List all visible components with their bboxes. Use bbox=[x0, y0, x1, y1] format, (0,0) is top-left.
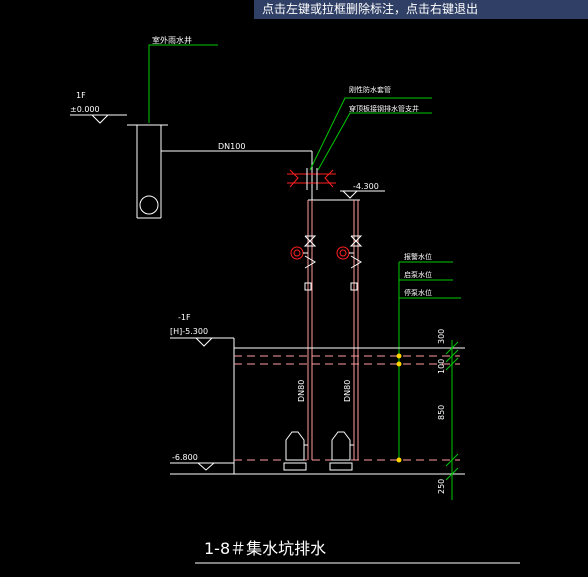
floorb1-level-marker bbox=[170, 337, 235, 348]
right-pump-valve-set[interactable] bbox=[336, 235, 363, 291]
cad-drawing-canvas[interactable]: 室外雨水井 1F ±0.000 DN100 刚性防水套管 穿顶板接钢排水管支井 … bbox=[0, 0, 588, 577]
floorb1-elevation: [H]-5.300 bbox=[170, 327, 208, 336]
outdoor-well-leader bbox=[148, 44, 218, 123]
drawing-title: 1-8＃集水坑排水 bbox=[204, 539, 326, 558]
dim-300: 300 bbox=[437, 329, 446, 344]
outdoor-well-label: 室外雨水井 bbox=[152, 35, 192, 45]
right-riser-label: DN80 bbox=[343, 380, 352, 402]
dim-250: 250 bbox=[437, 479, 446, 494]
floor1-elevation: ±0.000 bbox=[70, 105, 100, 114]
stop-pump-level-label: 停泵水位 bbox=[404, 288, 432, 297]
left-sump-pump[interactable] bbox=[283, 431, 308, 471]
valve-note-1: 刚性防水套管 bbox=[349, 85, 391, 94]
elevation-marker-4300 bbox=[340, 190, 385, 199]
bottom-elevation-label: -6.800 bbox=[172, 453, 198, 462]
left-riser-label: DN80 bbox=[297, 380, 306, 402]
floor1-level-marker bbox=[70, 114, 127, 124]
elevation-4300-label: -4.300 bbox=[353, 182, 379, 191]
start-pump-level-label: 启泵水位 bbox=[404, 270, 432, 279]
bottom-elevation-marker bbox=[170, 462, 234, 471]
header-pipe[interactable] bbox=[307, 199, 360, 460]
floorb1-label: -1F bbox=[178, 313, 191, 322]
dim-850: 850 bbox=[437, 405, 446, 420]
floor1-label: 1F bbox=[76, 91, 86, 100]
left-pump-valve-set[interactable] bbox=[290, 235, 317, 291]
right-sump-pump[interactable] bbox=[329, 431, 354, 471]
valve-note-2: 穿顶板接钢排水管支井 bbox=[349, 104, 419, 113]
dim-100: 100 bbox=[437, 359, 446, 374]
dn100-label: DN100 bbox=[218, 142, 245, 151]
outdoor-well[interactable] bbox=[127, 124, 168, 219]
dn100-pipe[interactable] bbox=[161, 150, 313, 200]
alarm-level-label: 报警水位 bbox=[404, 252, 432, 261]
sump-pit[interactable] bbox=[170, 347, 465, 475]
